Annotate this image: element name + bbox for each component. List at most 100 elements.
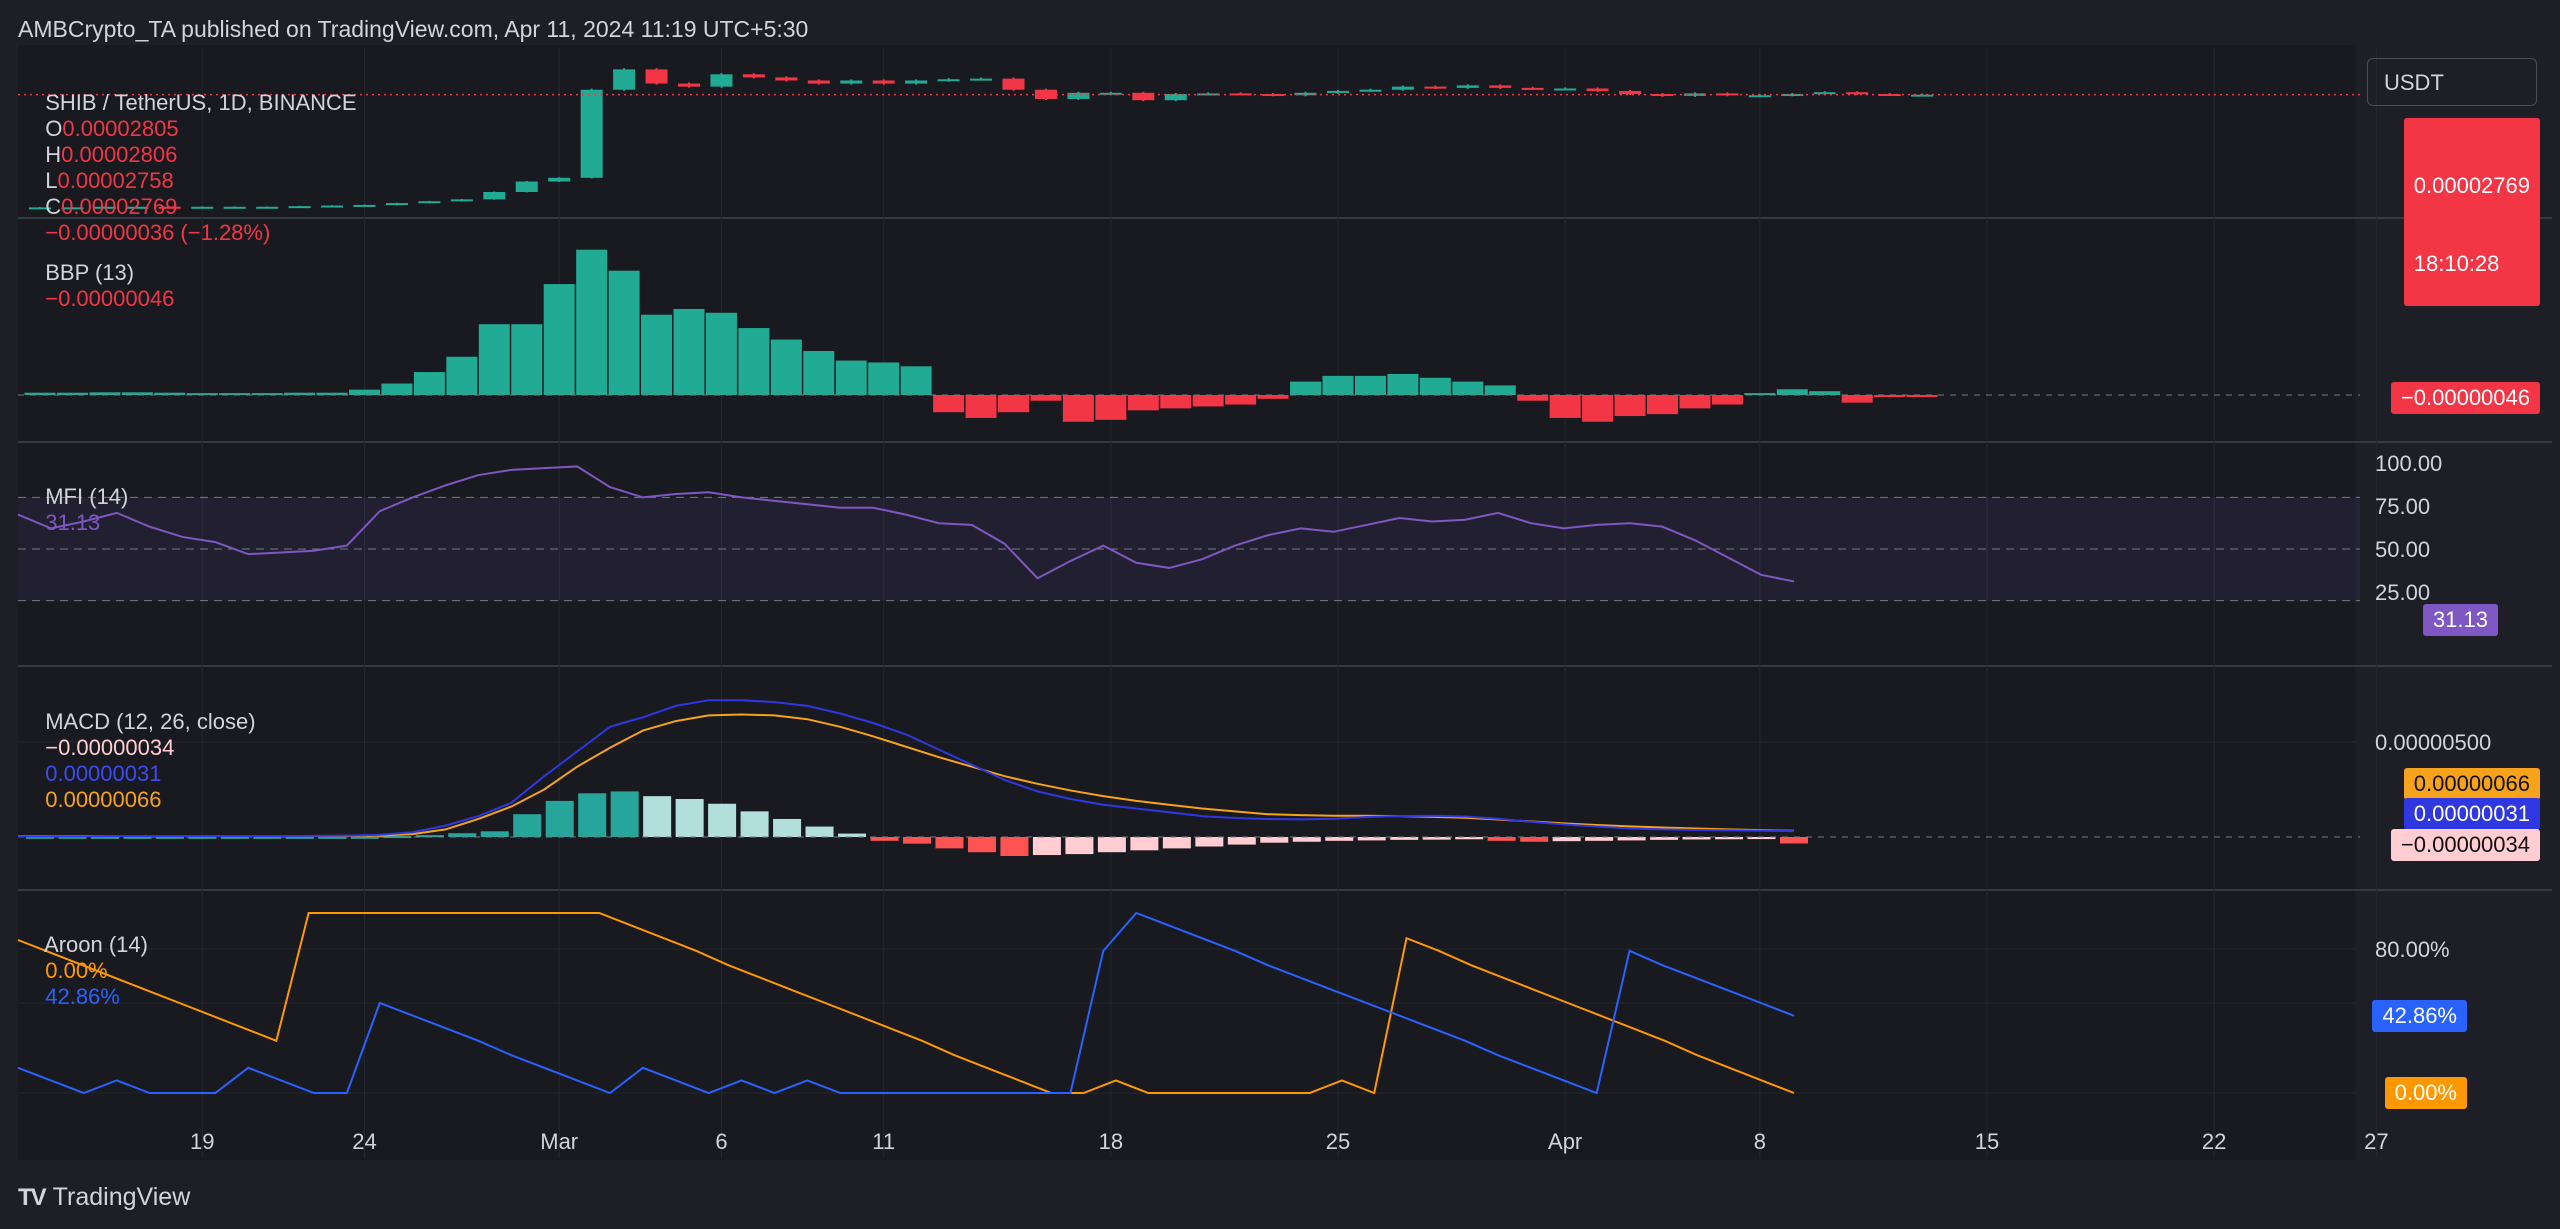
x-tick-label: 24	[352, 1129, 376, 1154]
tradingview-brand[interactable]: TV TradingView	[18, 1183, 190, 1212]
candle-body	[645, 69, 668, 84]
x-tick-label: 11	[872, 1129, 895, 1154]
chart-canvas[interactable]: 1924Mar6111825Apr81522270.00002000100.00…	[0, 0, 2560, 1229]
currency-button[interactable]: USDT	[2367, 58, 2537, 106]
bbp-bar	[900, 366, 932, 395]
bbp-bar	[1290, 381, 1322, 395]
macd-histogram-bar	[1357, 837, 1386, 841]
macd-histogram-bar	[1195, 837, 1224, 847]
candle-body	[1456, 85, 1479, 88]
macd-histogram-bar	[1032, 837, 1061, 856]
aroon-down-tag: 42.86%	[2372, 1000, 2467, 1032]
bbp-value: −0.00000046	[45, 286, 175, 311]
bbp-bar	[154, 392, 186, 395]
bbp-bar	[478, 324, 510, 395]
candle-body	[483, 191, 506, 200]
bbp-bar	[1679, 395, 1711, 409]
candle-body	[450, 199, 473, 202]
bbp-bar	[1322, 375, 1354, 395]
x-tick-label: 25	[1326, 1129, 1350, 1154]
bbp-bar	[413, 372, 445, 395]
macd-histogram-bar	[967, 837, 996, 853]
last-price-tag: 0.00002769 18:10:28	[2403, 118, 2540, 306]
macd-histogram-bar	[1780, 837, 1808, 844]
bbp-bar	[1452, 381, 1484, 395]
low-value: 0.00002758	[57, 168, 174, 193]
macd-histogram-bar	[838, 833, 867, 837]
high-label: H	[45, 142, 62, 167]
macd-line-tag: 0.00000031	[2403, 798, 2540, 830]
macd-hist-tag: −0.00000034	[2390, 829, 2540, 861]
bbp-bar	[835, 360, 867, 395]
brand-name: TradingView	[52, 1183, 191, 1211]
bbp-bar	[543, 284, 575, 395]
open-value: 0.00002805	[62, 116, 179, 141]
candle-body	[548, 177, 571, 182]
aroon-title[interactable]: Aroon (14)	[44, 932, 148, 957]
aroon-up-value: 0.00%	[45, 958, 108, 983]
bbp-legend: BBP (13) −0.00000046	[33, 234, 180, 312]
bbp-bar	[1095, 395, 1127, 420]
aroon-down-value: 42.86%	[45, 984, 120, 1009]
macd-histogram-bar	[1487, 837, 1516, 841]
macd-histogram-bar	[935, 837, 964, 849]
close-value: 0.00002769	[61, 194, 178, 219]
macd-signal-tag: 0.00000066	[2403, 768, 2540, 800]
bbp-bar	[1192, 395, 1224, 407]
bbp-bar	[1127, 395, 1159, 411]
candle-body	[1586, 88, 1609, 91]
candle-body	[905, 80, 928, 84]
bbp-bar	[998, 395, 1029, 413]
bbp-bar	[576, 249, 608, 395]
bbp-bar	[1614, 395, 1646, 417]
bbp-bar	[1809, 391, 1841, 395]
candle-body	[1359, 89, 1382, 92]
candle-body	[1424, 86, 1447, 89]
bbp-bar	[1062, 395, 1094, 422]
bbp-bar	[1387, 373, 1419, 395]
bbp-bar	[673, 308, 705, 395]
bbp-bar	[24, 392, 56, 395]
bbp-bar	[705, 312, 737, 395]
bbp-title[interactable]: BBP (13)	[45, 260, 134, 285]
candle-body	[742, 74, 765, 78]
macd-histogram-bar	[610, 791, 639, 837]
bbp-bar	[1711, 395, 1743, 405]
bbp-bar	[446, 356, 478, 395]
candle-body	[580, 89, 603, 178]
bbp-bar	[933, 395, 965, 413]
candle-body	[937, 79, 960, 82]
candle-body	[775, 77, 798, 81]
symbol-label[interactable]: SHIB / TetherUS, 1D, BINANCE	[45, 90, 356, 115]
x-tick-label: 6	[715, 1129, 727, 1154]
macd-histogram-bar	[740, 811, 769, 837]
bbp-bar	[1419, 377, 1451, 395]
x-tick-label: 22	[2202, 1129, 2226, 1154]
last-price-value: 0.00002769	[2413, 173, 2530, 198]
close-label: C	[45, 194, 62, 219]
mfi-axis-label: 75.00	[2375, 494, 2430, 519]
x-tick-label: 15	[1975, 1129, 1999, 1154]
bar-countdown: 18:10:28	[2413, 251, 2500, 276]
bbp-bar	[1354, 375, 1386, 395]
open-label: O	[45, 116, 63, 141]
bbp-bar	[1517, 395, 1549, 401]
bbp-bar	[1257, 395, 1289, 399]
mfi-axis-label: 100.00	[2375, 451, 2442, 476]
macd-histogram-bar	[1552, 837, 1581, 842]
aroon-up-tag: 0.00%	[2384, 1077, 2467, 1109]
macd-histogram-bar	[1325, 837, 1354, 841]
bbp-bar	[1647, 395, 1678, 415]
bbp-bar	[251, 393, 283, 396]
mfi-title[interactable]: MFI (14)	[45, 484, 128, 509]
macd-histogram-bar	[643, 796, 672, 837]
macd-histogram-bar	[1520, 837, 1549, 842]
x-tick-label: 19	[190, 1129, 214, 1154]
candle-body	[872, 80, 895, 84]
mfi-axis-label: 25.00	[2375, 580, 2430, 605]
macd-title[interactable]: MACD (12, 26, close)	[45, 709, 255, 734]
macd-histogram-bar	[1065, 837, 1094, 855]
candle-body	[1748, 95, 1771, 98]
x-tick-label: Apr	[1548, 1129, 1582, 1154]
bbp-bar	[738, 328, 770, 395]
